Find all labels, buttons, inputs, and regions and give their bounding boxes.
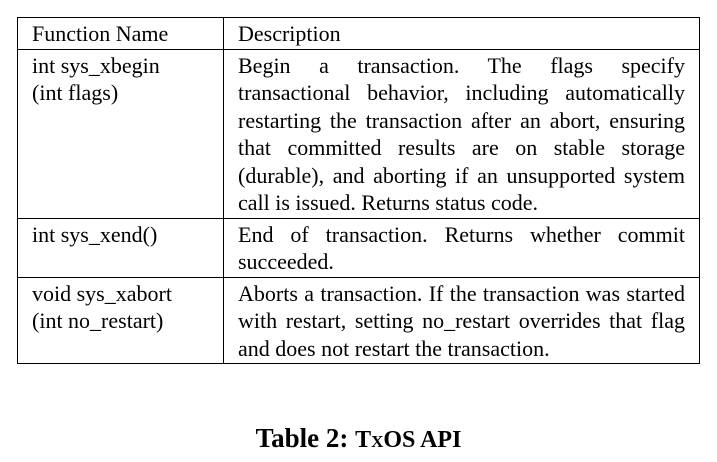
table-caption: Table 2: TxOS API bbox=[0, 421, 717, 457]
column-header-description: Description bbox=[223, 17, 700, 50]
function-signature-line: (int no_restart) bbox=[32, 308, 164, 333]
column-header-function-name: Function Name bbox=[17, 17, 224, 50]
table-row: void sys_xabort (int no_restart) Aborts … bbox=[17, 276, 700, 364]
caption-text: TxOS API bbox=[355, 427, 462, 453]
description-cell: Begin a transaction. The flags specify t… bbox=[223, 48, 700, 219]
api-table: Function Name Description int sys_xbegin… bbox=[17, 17, 700, 364]
function-name-cell: int sys_xbegin (int flags) bbox=[17, 48, 224, 219]
header-row: Function Name Description bbox=[17, 17, 700, 50]
description-cell: Aborts a transaction. If the transaction… bbox=[223, 276, 700, 364]
function-name-cell: int sys_xend() bbox=[17, 217, 224, 278]
function-signature-line: (int flags) bbox=[32, 80, 119, 105]
description-cell: End of transaction. Returns whether comm… bbox=[223, 217, 700, 278]
table-row: int sys_xend() End of transaction. Retur… bbox=[17, 217, 700, 278]
function-signature-line: int sys_xend() bbox=[32, 221, 158, 247]
table-header: Function Name Description bbox=[17, 17, 700, 50]
function-signature-line: void sys_xabort bbox=[32, 280, 172, 306]
function-name-cell: void sys_xabort (int no_restart) bbox=[17, 276, 224, 364]
table-body: int sys_xbegin (int flags) Begin a trans… bbox=[17, 48, 700, 364]
function-signature-line: int sys_xbegin bbox=[32, 52, 160, 78]
caption-label: Table 2: bbox=[255, 423, 349, 453]
table-row: int sys_xbegin (int flags) Begin a trans… bbox=[17, 48, 700, 219]
